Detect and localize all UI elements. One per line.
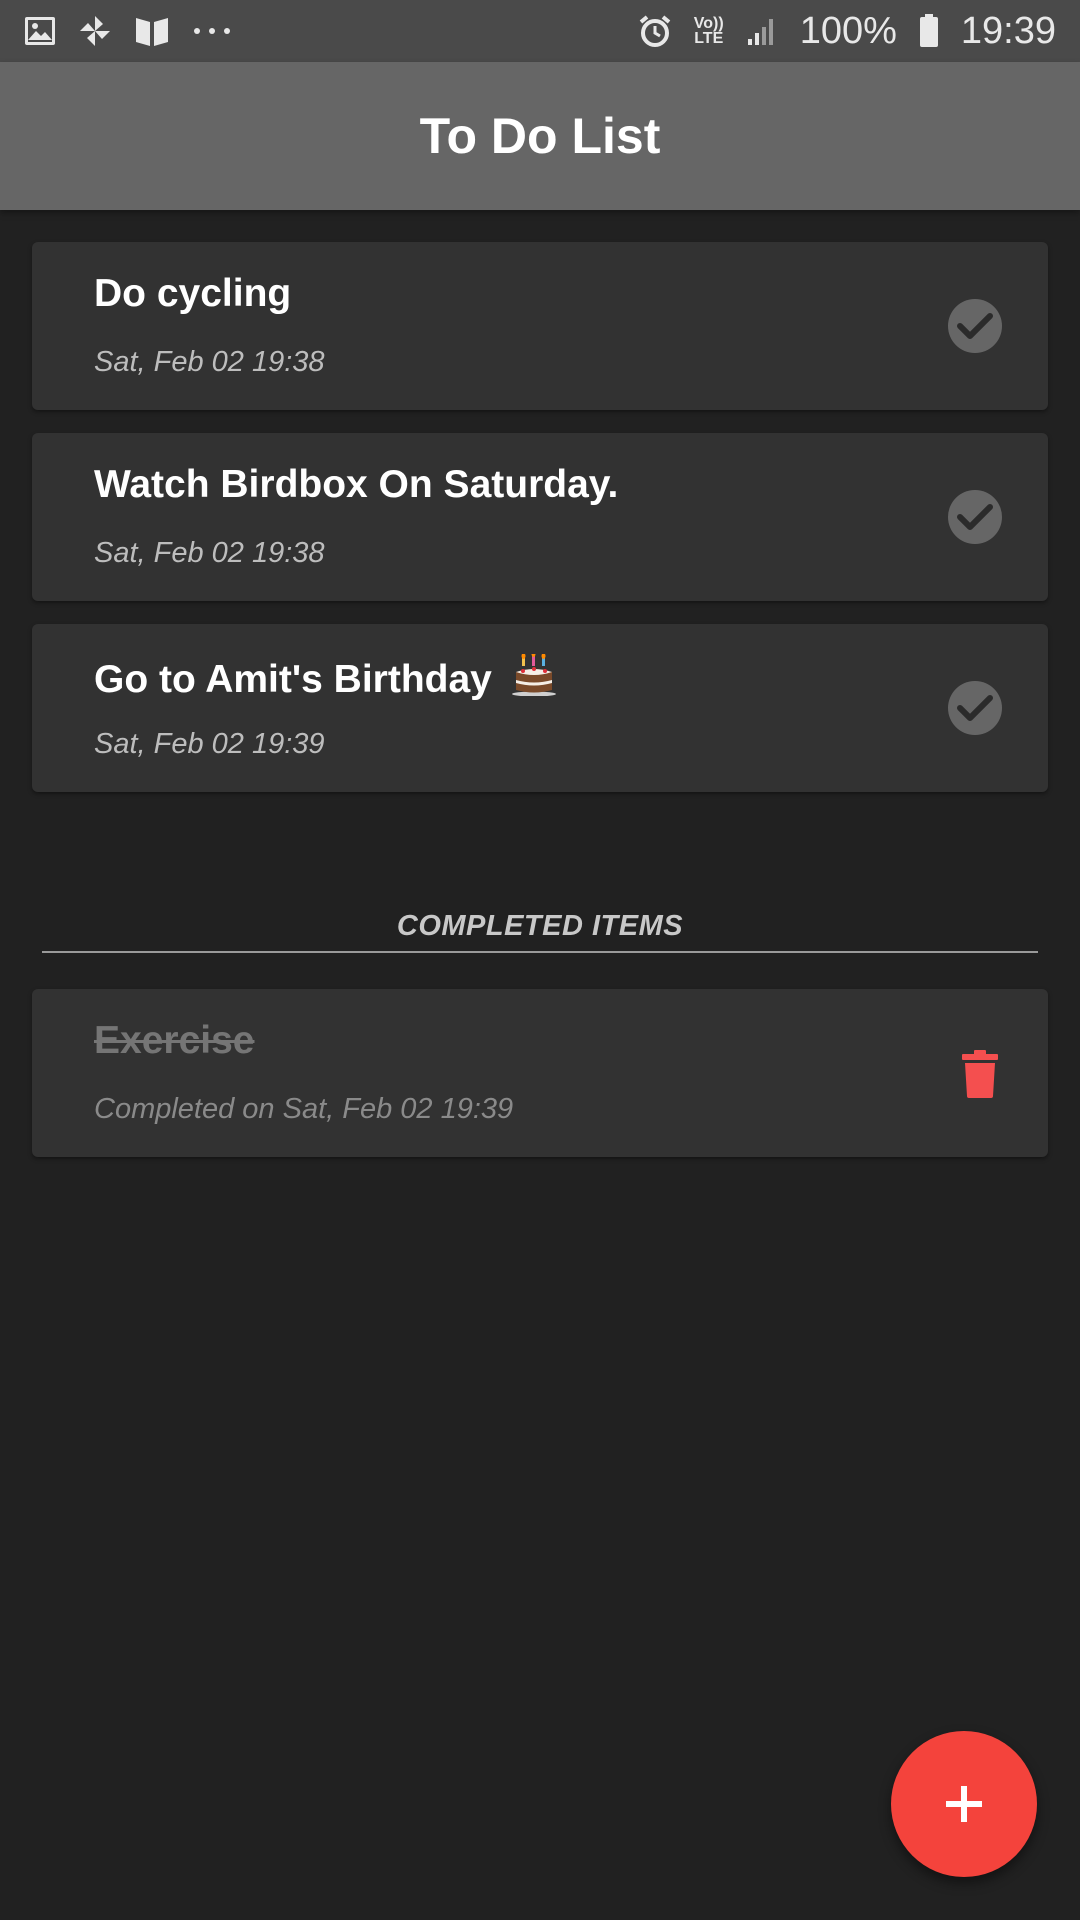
app-bar: To Do List — [0, 62, 1080, 210]
todo-title: Do cycling — [94, 272, 292, 315]
alarm-icon — [638, 14, 672, 48]
complete-button[interactable] — [948, 299, 1002, 353]
battery-icon — [919, 14, 939, 48]
birthday-cake-icon — [511, 654, 556, 696]
todo-item[interactable]: Do cycling Sat, Feb 02 19:38 — [32, 242, 1048, 410]
volte-indicator: Vo)) LTE — [693, 15, 724, 47]
status-time: 19:39 — [960, 9, 1056, 52]
todo-title-row: Go to Amit's Birthday — [94, 654, 557, 702]
more-dots-icon — [192, 26, 232, 36]
signal-icon — [746, 15, 778, 47]
todo-item[interactable]: Go to Amit's Birthday Sat, Feb 02 19:39 — [32, 624, 1048, 792]
pinwheel-icon — [78, 14, 112, 48]
completed-item[interactable]: Exercise Completed on Sat, Feb 02 19:39 — [32, 989, 1048, 1157]
status-bar: Vo)) LTE 100% 19:39 — [0, 0, 1080, 62]
section-divider — [42, 951, 1038, 953]
todo-item[interactable]: Watch Birdbox On Saturday. Sat, Feb 02 1… — [32, 433, 1048, 601]
complete-button[interactable] — [948, 681, 1002, 735]
completed-date: Completed on Sat, Feb 02 19:39 — [94, 1093, 514, 1125]
completed-title: Exercise — [94, 1019, 255, 1062]
complete-button[interactable] — [948, 490, 1002, 544]
delete-button[interactable] — [954, 1047, 1006, 1101]
battery-percent: 100% — [799, 9, 897, 52]
add-todo-button[interactable] — [891, 1731, 1037, 1877]
status-bar-left — [24, 14, 232, 48]
check-icon — [957, 504, 993, 530]
check-icon — [957, 313, 993, 339]
todo-date: Sat, Feb 02 19:38 — [94, 537, 325, 569]
page-title: To Do List — [419, 108, 661, 164]
book-icon — [134, 14, 170, 48]
gallery-icon — [24, 16, 56, 46]
todo-date: Sat, Feb 02 19:38 — [94, 346, 325, 378]
trash-icon — [962, 1050, 998, 1098]
plus-icon — [946, 1786, 982, 1822]
status-bar-right: Vo)) LTE 100% 19:39 — [638, 10, 1056, 53]
todo-title: Go to Amit's Birthday — [94, 658, 492, 701]
check-icon — [957, 695, 993, 721]
completed-section-header: COMPLETED ITEMS — [396, 910, 684, 942]
todo-title: Watch Birdbox On Saturday. — [94, 463, 619, 506]
todo-date: Sat, Feb 02 19:39 — [94, 728, 325, 760]
